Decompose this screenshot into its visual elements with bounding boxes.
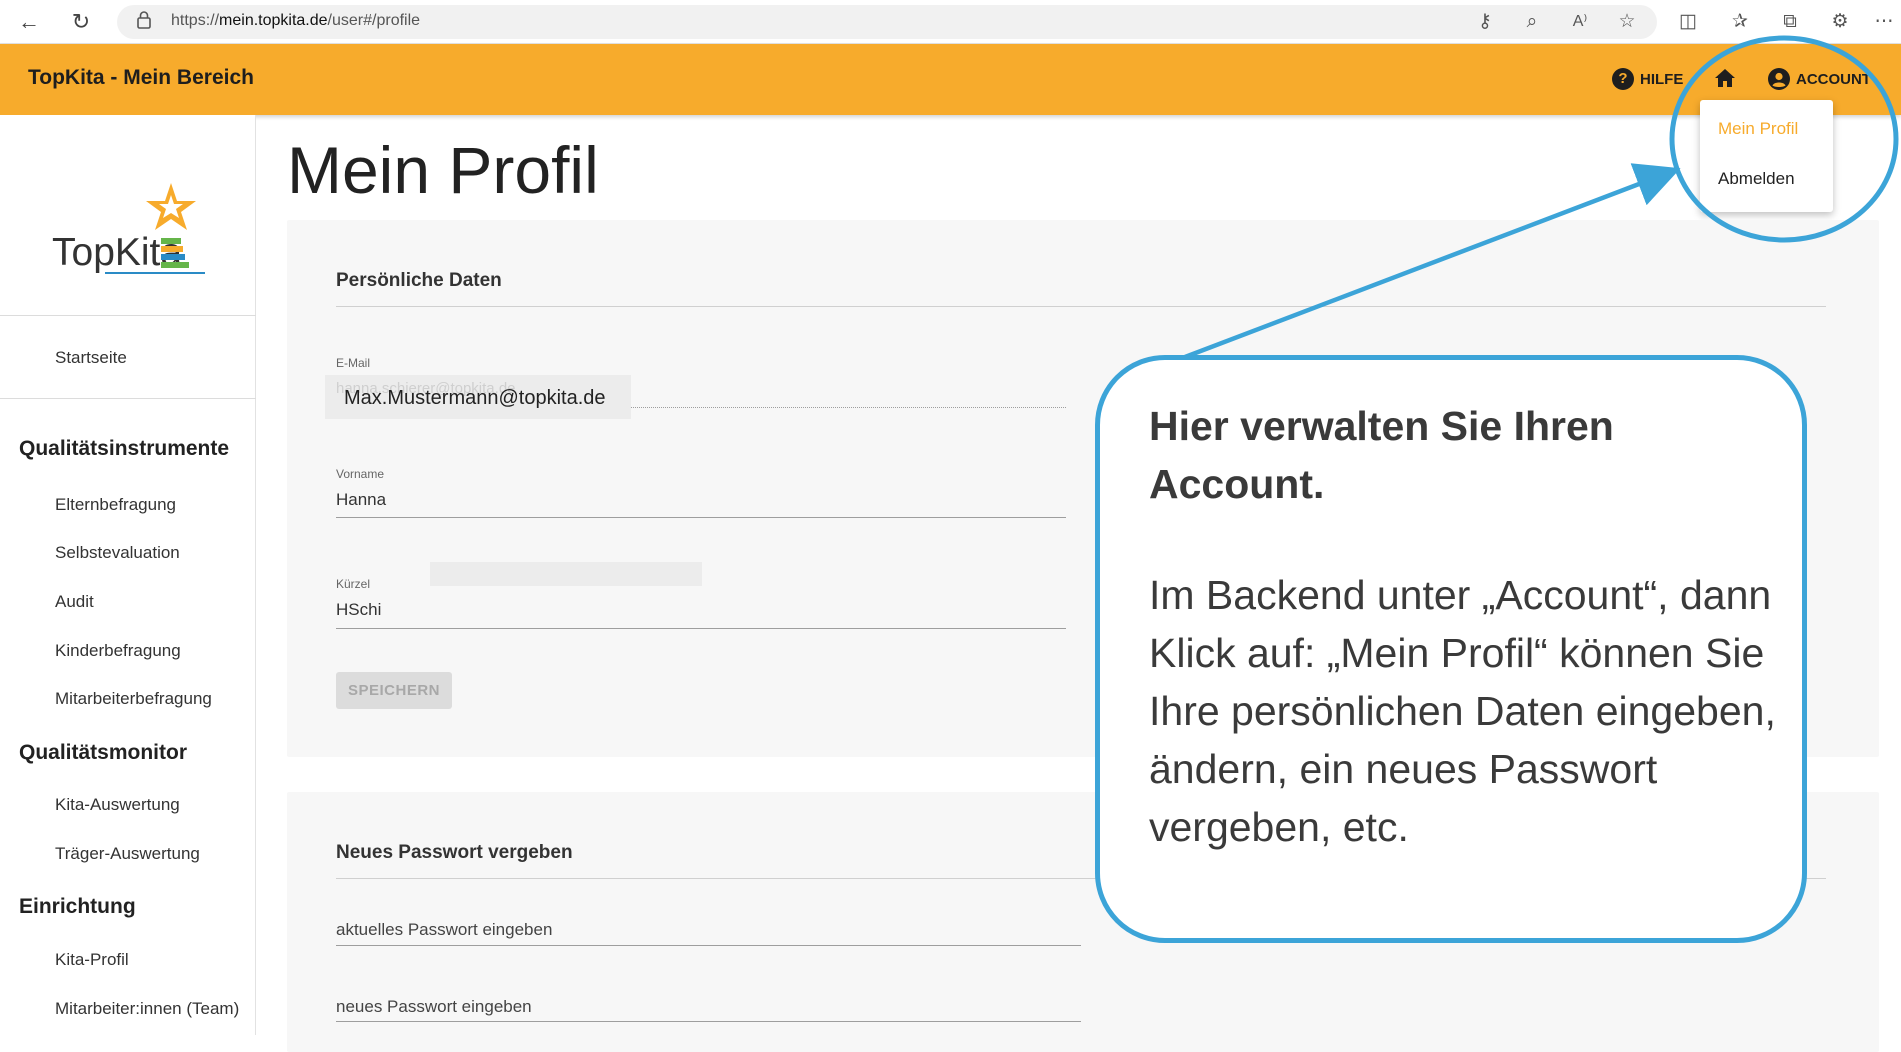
- email-underline: [631, 407, 1066, 408]
- sidebar-item-audit[interactable]: Audit: [55, 592, 94, 612]
- sidebar-item-traeger-auswertung[interactable]: Träger-Auswertung: [55, 844, 200, 864]
- favorites-icon[interactable]: ✰: [1728, 10, 1752, 34]
- short-label: Kürzel: [336, 577, 371, 591]
- sidebar-heading-einrichtung: Einrichtung: [19, 895, 136, 918]
- sidebar-item-kita-profil[interactable]: Kita-Profil: [55, 950, 129, 970]
- help-button[interactable]: ? HILFE: [1612, 68, 1683, 90]
- split-screen-icon[interactable]: ◫: [1676, 10, 1700, 34]
- account-dropdown-menu: Mein Profil Abmelden: [1700, 100, 1833, 212]
- topkita-logo[interactable]: TopKita: [50, 165, 220, 290]
- redacted-box: [430, 562, 702, 586]
- current-password-field[interactable]: aktuelles Passwort eingeben: [336, 920, 552, 940]
- help-icon: ?: [1612, 68, 1634, 90]
- short-underline: [336, 628, 1066, 629]
- callout-body: Im Backend unter „Account“, dann Klick a…: [1149, 572, 1776, 850]
- card-divider: [336, 306, 1826, 307]
- app-title[interactable]: TopKita - Mein Bereich: [28, 66, 254, 90]
- firstname-field[interactable]: Hanna: [336, 490, 386, 510]
- extensions-icon[interactable]: ⚙: [1828, 10, 1852, 34]
- more-icon[interactable]: ⋯: [1872, 10, 1896, 34]
- sidebar: TopKita Startseite Qualitätsinstrumente …: [0, 115, 256, 1035]
- refresh-icon[interactable]: ↻: [68, 9, 94, 35]
- sidebar-heading-qualitaetsmonitor: Qualitätsmonitor: [19, 741, 188, 764]
- key-icon[interactable]: ⚷: [1473, 10, 1497, 34]
- sidebar-heading-qualitaetsinstrumente: Qualitätsinstrumente: [19, 437, 230, 460]
- account-button[interactable]: ACCOUNT: [1768, 68, 1871, 90]
- new-password-field[interactable]: neues Passwort eingeben: [336, 997, 532, 1017]
- firstname-underline: [336, 517, 1066, 518]
- home-button[interactable]: [1713, 66, 1737, 90]
- sidebar-item-selbstevaluation[interactable]: Selbstevaluation: [55, 543, 180, 563]
- browser-toolbar: ← ↻ https://mein.topkita.de/user#/profil…: [0, 0, 1901, 44]
- menu-item-mein-profil[interactable]: Mein Profil: [1718, 119, 1798, 139]
- password-title: Neues Passwort vergeben: [336, 842, 573, 863]
- favorite-star-icon[interactable]: ☆: [1615, 10, 1639, 34]
- account-icon: [1768, 68, 1790, 90]
- sidebar-item-startseite[interactable]: Startseite: [55, 348, 127, 368]
- short-field[interactable]: HSchi: [336, 600, 381, 620]
- save-button[interactable]: SPEICHERN: [336, 672, 452, 709]
- help-label: HILFE: [1640, 70, 1684, 88]
- collections-icon[interactable]: ⧉: [1778, 10, 1802, 34]
- email-label: E-Mail: [336, 356, 371, 370]
- sidebar-divider: [0, 315, 256, 316]
- page-title: Mein Profil: [287, 133, 599, 207]
- firstname-label: Vorname: [336, 467, 385, 481]
- lock-icon[interactable]: [136, 11, 152, 29]
- app-header: TopKita - Mein Bereich ? HILFE ACCOUNT: [0, 44, 1901, 115]
- read-aloud-icon[interactable]: A⁾: [1568, 10, 1592, 34]
- callout-box: Hier verwalten Sie Ihren Account. Im Bac…: [1095, 355, 1807, 943]
- current-password-underline: [336, 945, 1081, 946]
- personal-data-title: Persönliche Daten: [336, 270, 502, 291]
- sidebar-item-mitarbeiterinnen-team[interactable]: Mitarbeiter:innen (Team): [55, 999, 239, 1019]
- menu-item-abmelden[interactable]: Abmelden: [1718, 169, 1795, 189]
- sidebar-divider: [0, 398, 256, 399]
- sidebar-item-kinderbefragung[interactable]: Kinderbefragung: [55, 641, 181, 661]
- new-password-underline: [336, 1021, 1081, 1022]
- sidebar-item-elternbefragung[interactable]: Elternbefragung: [55, 495, 176, 515]
- url-text: https://mein.topkita.de/user#/profile: [171, 12, 421, 29]
- back-icon[interactable]: ←: [16, 9, 42, 35]
- account-label: ACCOUNT: [1796, 70, 1871, 88]
- sidebar-item-kita-auswertung[interactable]: Kita-Auswertung: [55, 795, 180, 815]
- email-field[interactable]: Max.Mustermann@topkita.de: [344, 387, 606, 410]
- sidebar-item-mitarbeiterbefragung[interactable]: Mitarbeiterbefragung: [55, 689, 212, 709]
- zoom-icon[interactable]: ⌕: [1520, 10, 1544, 34]
- home-icon: [1715, 69, 1735, 87]
- callout-heading: Hier verwalten Sie Ihren Account.: [1149, 403, 1614, 507]
